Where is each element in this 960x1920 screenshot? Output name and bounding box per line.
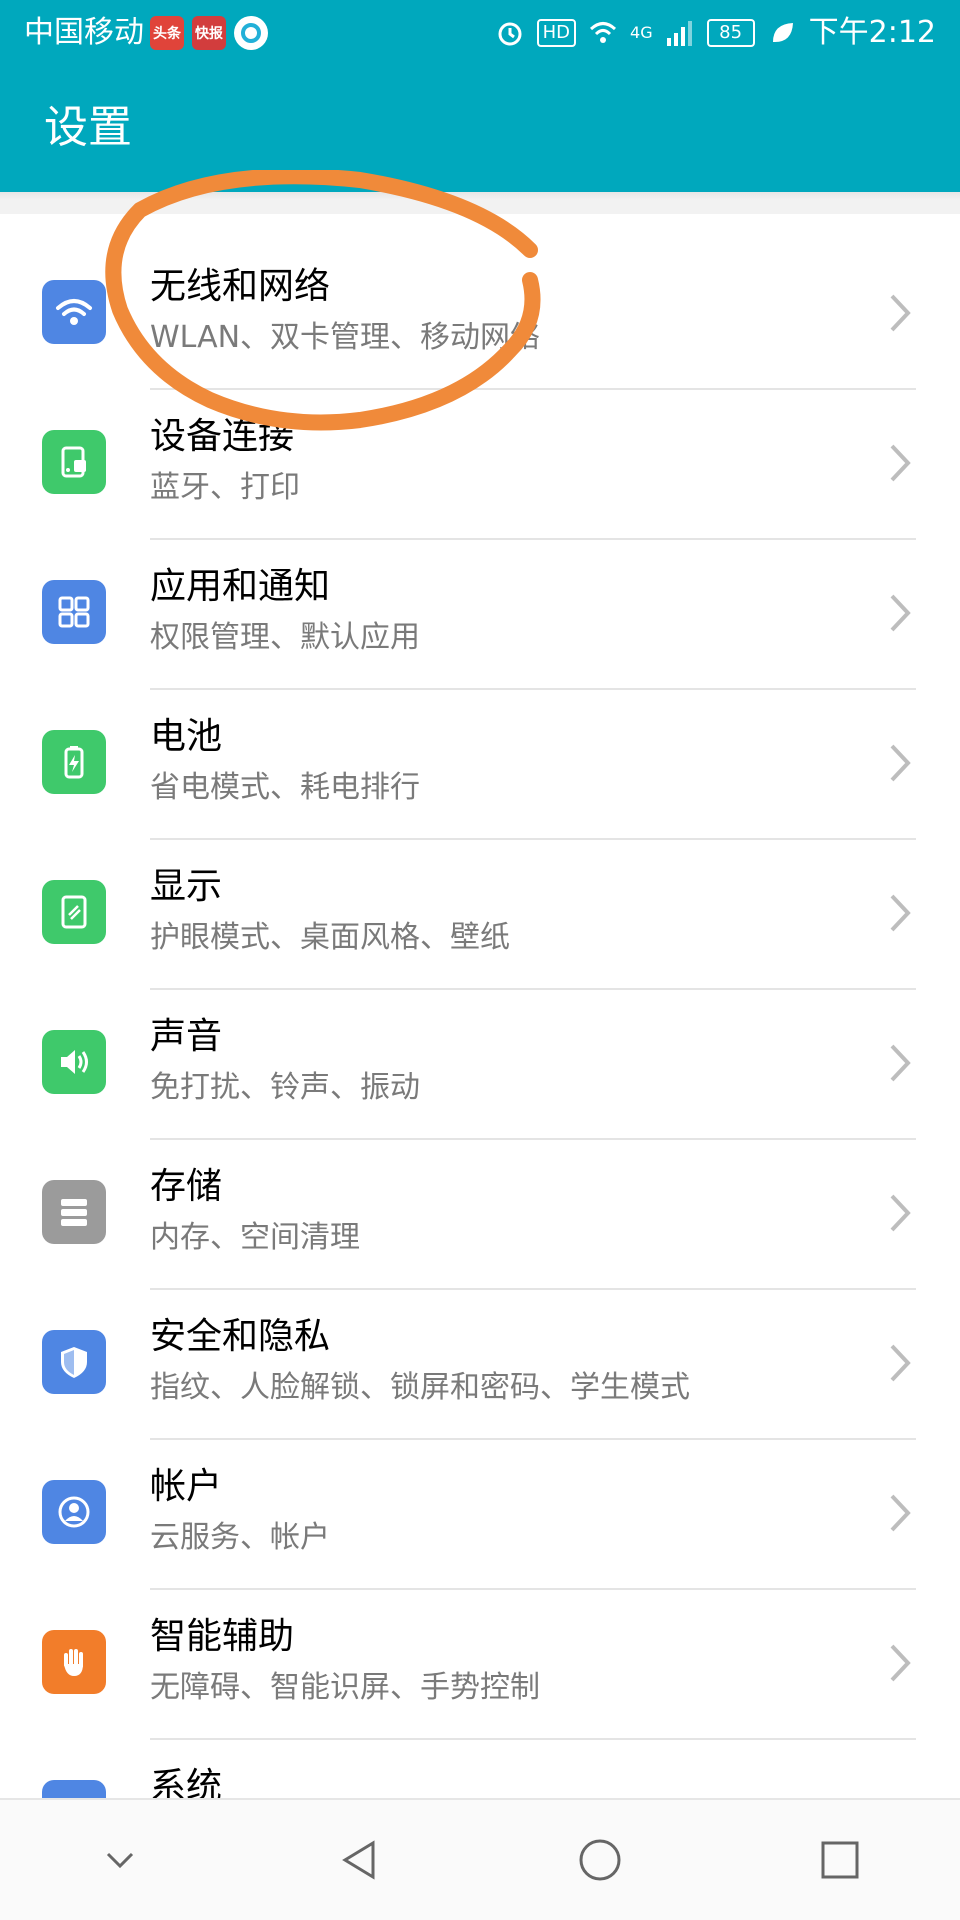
app-notification-icon — [234, 16, 268, 50]
status-bar: 中国移动 头条 快报 HD 4G 85 下午2:12 — [0, 0, 960, 68]
display-icon — [42, 880, 106, 944]
item-subtitle: 内存、空间清理 — [150, 1220, 360, 1255]
hand-icon — [42, 1630, 106, 1694]
chevron-right-icon — [890, 1644, 911, 1682]
item-subtitle: 护眼模式、桌面风格、壁纸 — [150, 920, 510, 955]
item-subtitle: 免打扰、铃声、振动 — [150, 1070, 420, 1105]
item-subtitle: 指纹、人脸解锁、锁屏和密码、学生模式 — [150, 1370, 690, 1405]
wifi-status-icon — [590, 22, 617, 43]
page-title: 设置 — [44, 102, 132, 153]
settings-item-storage[interactable]: 存储 内存、空间清理 — [0, 1140, 960, 1290]
account-icon — [42, 1480, 106, 1544]
settings-item-display[interactable]: 显示 护眼模式、桌面风格、壁纸 — [0, 840, 960, 990]
battery-percent: 85 — [719, 22, 743, 43]
settings-item-smart-assist[interactable]: 智能辅助 无障碍、智能识屏、手势控制 — [0, 1590, 960, 1740]
item-subtitle: 云服务、帐户 — [150, 1520, 330, 1555]
storage-icon — [42, 1180, 106, 1244]
settings-item-account[interactable]: 帐户 云服务、帐户 — [0, 1440, 960, 1590]
item-subtitle: 省电模式、耗电排行 — [150, 770, 420, 805]
item-title: 安全和隐私 — [150, 1316, 331, 1357]
hd-badge: HD — [536, 19, 577, 47]
status-right: HD 4G 85 下午2:12 — [495, 14, 936, 52]
system-nav-bar — [0, 1798, 960, 1920]
item-title: 电池 — [150, 716, 223, 757]
band-shadow — [0, 192, 960, 200]
settings-item-battery[interactable]: 电池 省电模式、耗电排行 — [0, 690, 960, 840]
chevron-right-icon — [890, 894, 911, 932]
nav-back-button[interactable] — [325, 1825, 395, 1895]
status-time: 下午2:12 — [808, 15, 936, 50]
chevron-right-icon — [890, 1044, 911, 1082]
kuaibao-notification-icon: 快报 — [192, 16, 226, 50]
leaf-icon — [772, 23, 793, 42]
back-triangle-icon — [342, 1840, 375, 1880]
chevron-right-icon — [890, 1494, 911, 1532]
item-title: 存储 — [150, 1166, 223, 1207]
app-header: 中国移动 头条 快报 HD 4G 85 下午2:12 设置 — [0, 0, 960, 192]
notification-icons: 头条 快报 — [150, 16, 268, 50]
item-subtitle: 无障碍、智能识屏、手势控制 — [150, 1670, 540, 1705]
home-circle-icon — [579, 1839, 621, 1881]
carrier-name: 中国移动 — [24, 15, 144, 50]
recents-square-icon — [821, 1841, 859, 1879]
device-connect-icon — [42, 430, 106, 494]
settings-item-sound[interactable]: 声音 免打扰、铃声、振动 — [0, 990, 960, 1140]
chevron-right-icon — [890, 294, 911, 332]
chevron-right-icon — [890, 1194, 911, 1232]
item-subtitle: 蓝牙、打印 — [150, 470, 300, 505]
settings-list: 无线和网络 WLAN、双卡管理、移动网络 设备连接 蓝牙、打印 应用和通知 权限… — [0, 240, 960, 1890]
nav-recents-button[interactable] — [805, 1825, 875, 1895]
item-subtitle: 权限管理、默认应用 — [150, 620, 420, 655]
chevron-right-icon — [890, 444, 911, 482]
item-title: 应用和通知 — [150, 566, 331, 607]
item-title: 声音 — [150, 1016, 223, 1057]
wifi-icon — [42, 280, 106, 344]
item-title: 设备连接 — [150, 416, 295, 457]
battery-level: 85 — [706, 19, 755, 47]
chevron-right-icon — [890, 1344, 911, 1382]
shield-icon — [42, 1330, 106, 1394]
settings-item-wireless-network[interactable]: 无线和网络 WLAN、双卡管理、移动网络 — [0, 240, 960, 390]
settings-item-device-connection[interactable]: 设备连接 蓝牙、打印 — [0, 390, 960, 540]
chevron-right-icon — [890, 594, 911, 632]
nav-home-button[interactable] — [565, 1825, 635, 1895]
alarm-icon — [498, 22, 522, 46]
item-title: 智能辅助 — [150, 1616, 295, 1657]
item-title: 显示 — [150, 866, 223, 907]
toutiao-notification-icon: 头条 — [150, 16, 184, 50]
speaker-icon — [42, 1030, 106, 1094]
item-subtitle: WLAN、双卡管理、移动网络 — [150, 320, 541, 355]
settings-item-security-privacy[interactable]: 安全和隐私 指纹、人脸解锁、锁屏和密码、学生模式 — [0, 1290, 960, 1440]
signal-icon — [666, 21, 692, 46]
apps-grid-icon — [42, 580, 106, 644]
settings-item-apps-notifications[interactable]: 应用和通知 权限管理、默认应用 — [0, 540, 960, 690]
battery-icon — [42, 730, 106, 794]
nav-down-button[interactable] — [85, 1825, 155, 1895]
network-type: 4G — [630, 23, 653, 42]
chevron-down-icon — [106, 1852, 134, 1869]
item-title: 帐户 — [150, 1466, 223, 1507]
item-title: 无线和网络 — [150, 266, 331, 307]
chevron-right-icon — [890, 744, 911, 782]
